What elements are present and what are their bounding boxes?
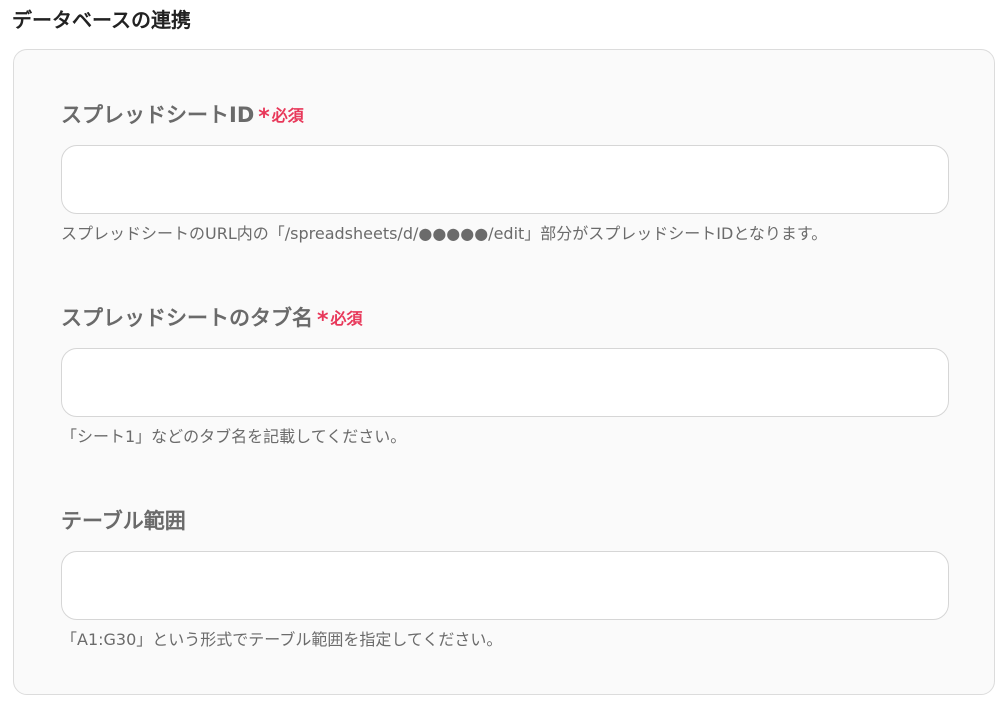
tab-name-field: スプレッドシートのタブ名 * 必須 「シート1」などのタブ名を記載してください。 (61, 302, 949, 448)
required-badge: 必須 (330, 309, 363, 328)
required-asterisk-icon: * (317, 307, 329, 333)
section-title: データベースの連携 (12, 8, 191, 32)
tab-name-help: 「シート1」などのタブ名を記載してください。 (61, 427, 407, 446)
tab-name-label-row: スプレッドシートのタブ名 * 必須 (61, 302, 949, 333)
table-range-help: 「A1:G30」という形式でテーブル範囲を指定してください。 (61, 630, 503, 649)
spreadsheet-id-help: スプレッドシートのURL内の「/spreadsheets/d/●●●●●/edi… (61, 224, 828, 243)
table-range-label: テーブル範囲 (61, 509, 186, 533)
spreadsheet-id-input[interactable] (61, 145, 949, 214)
tab-name-label: スプレッドシートのタブ名 (61, 306, 313, 330)
spreadsheet-id-label: スプレッドシートID (61, 103, 255, 127)
spreadsheet-id-label-row: スプレッドシートID * 必須 (61, 99, 949, 130)
database-link-panel: スプレッドシートID * 必須 スプレッドシートのURL内の「/spreadsh… (13, 49, 995, 695)
table-range-field: テーブル範囲 「A1:G30」という形式でテーブル範囲を指定してください。 (61, 505, 949, 651)
table-range-label-row: テーブル範囲 (61, 505, 949, 535)
required-asterisk-icon: * (258, 104, 270, 130)
spreadsheet-id-field: スプレッドシートID * 必須 スプレッドシートのURL内の「/spreadsh… (61, 99, 949, 245)
required-badge: 必須 (271, 106, 304, 125)
tab-name-input[interactable] (61, 348, 949, 417)
table-range-input[interactable] (61, 551, 949, 620)
